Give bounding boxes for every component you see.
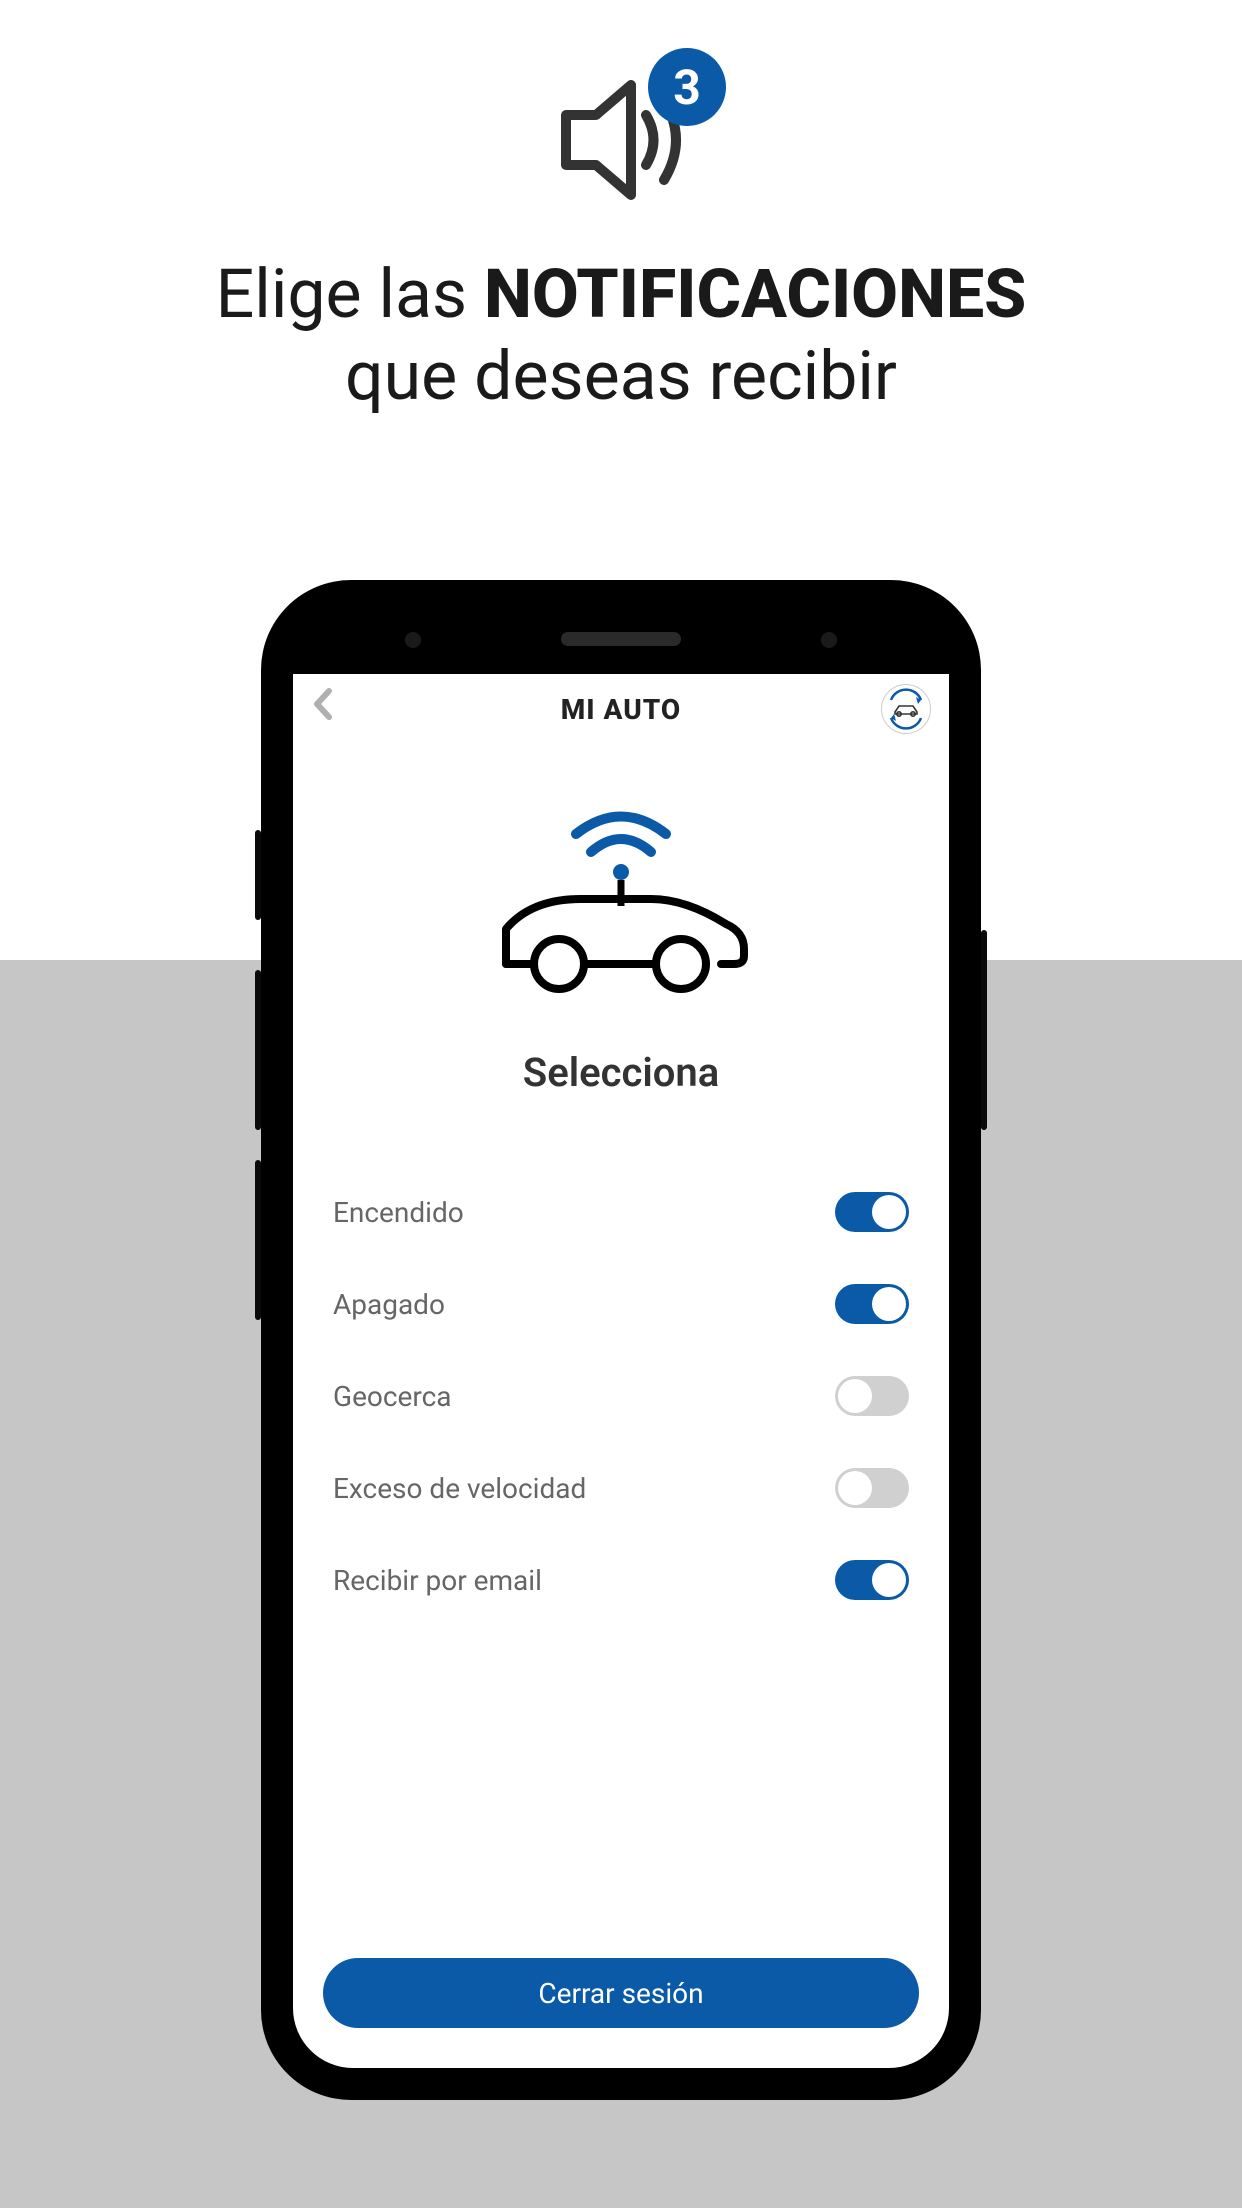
toggle-email[interactable] [835,1560,909,1600]
headline: Elige las NOTIFICACIONES que deseas reci… [0,254,1242,417]
toggle-apagado[interactable] [835,1284,909,1324]
badge-count: 3 [673,59,701,116]
phone-top-bezel [285,604,957,674]
phone-camera [405,632,421,648]
phone-frame: MI AUTO [261,580,981,2100]
app-header: MI AUTO [293,674,949,744]
logout-button[interactable]: Cerrar sesión [323,1958,919,2028]
toggle-row-email: Recibir por email [333,1534,909,1626]
toggle-list: Encendido Apagado Geocerca Exceso de vel… [293,1166,949,1958]
side-button [255,830,261,920]
toggle-knob [872,1563,906,1597]
toggle-row-exceso-velocidad: Exceso de velocidad [333,1442,909,1534]
side-button [255,1160,261,1320]
toggle-label: Apagado [333,1288,445,1321]
logout-label: Cerrar sesión [538,1977,703,2010]
notification-badge: 3 [648,48,726,126]
toggle-knob [872,1195,906,1229]
app-title: MI AUTO [561,693,682,726]
toggle-knob [838,1471,872,1505]
toggle-exceso-velocidad[interactable] [835,1468,909,1508]
side-button [981,930,987,1130]
phone-sensor [821,632,837,648]
chevron-left-icon [311,687,333,721]
hero-section: 3 Elige las NOTIFICACIONES que deseas re… [0,0,1242,417]
toggle-label: Geocerca [333,1380,452,1413]
toggle-geocerca[interactable] [835,1376,909,1416]
toggle-encendido[interactable] [835,1192,909,1232]
headline-strong: NOTIFICACIONES [484,254,1026,334]
toggle-knob [872,1287,906,1321]
toggle-row-geocerca: Geocerca [333,1350,909,1442]
app-screen: MI AUTO [293,674,949,2068]
toggle-row-apagado: Apagado [333,1258,909,1350]
back-button[interactable] [311,687,333,731]
toggle-knob [838,1379,872,1413]
side-button [255,970,261,1130]
headline-prefix: Elige las [216,254,484,334]
switch-car-button[interactable] [881,684,931,734]
toggle-row-encendido: Encendido [333,1166,909,1258]
headline-suffix: que deseas recibir [345,336,897,416]
toggle-label: Exceso de velocidad [333,1472,586,1505]
toggle-label: Encendido [333,1196,464,1229]
car-sync-icon [885,688,927,730]
toggle-label: Recibir por email [333,1564,542,1597]
car-illustration [293,804,949,1004]
phone-speaker-slot [561,632,681,646]
speaker-icon-wrap: 3 [546,70,696,214]
phone-inner: MI AUTO [285,604,957,2076]
section-title: Selecciona [293,1049,949,1096]
connected-car-icon [476,804,766,1004]
